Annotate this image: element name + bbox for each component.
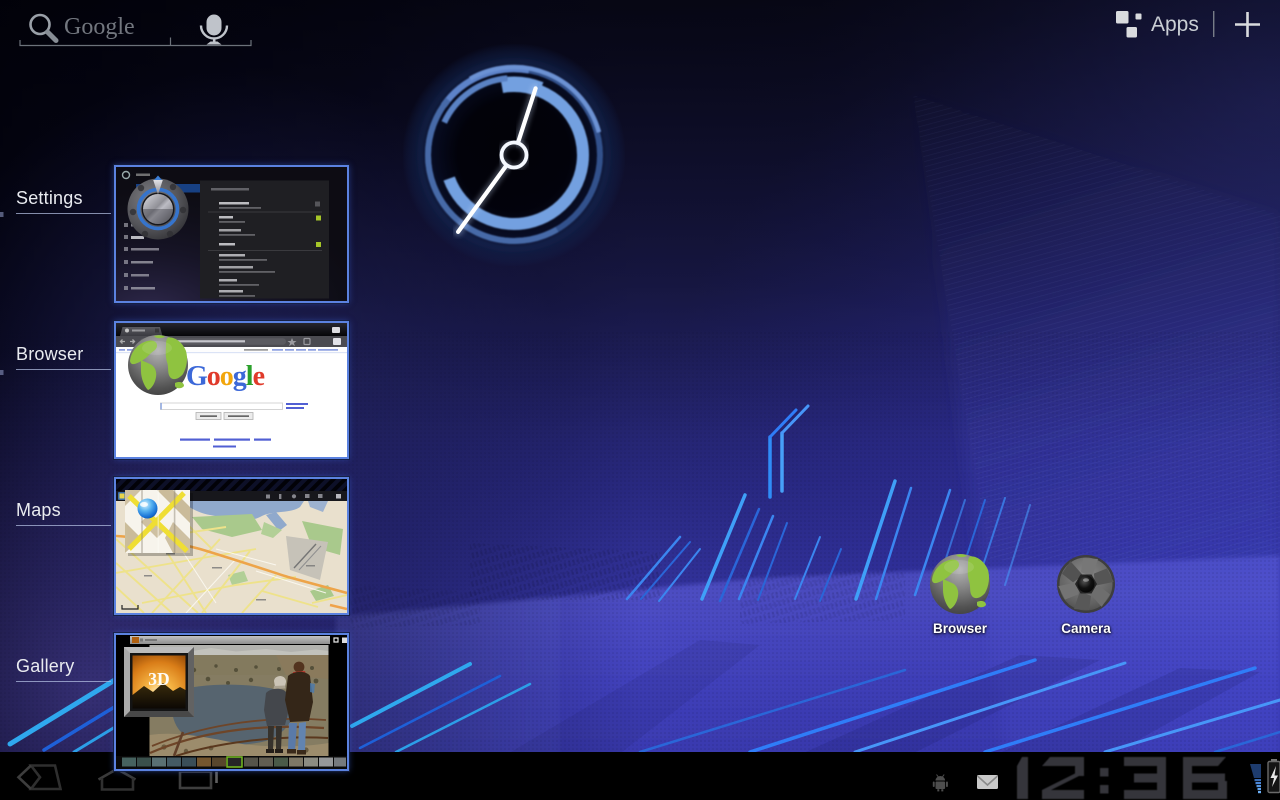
svg-text:3D: 3D: [148, 669, 169, 689]
svg-text:Google: Google: [186, 361, 265, 392]
